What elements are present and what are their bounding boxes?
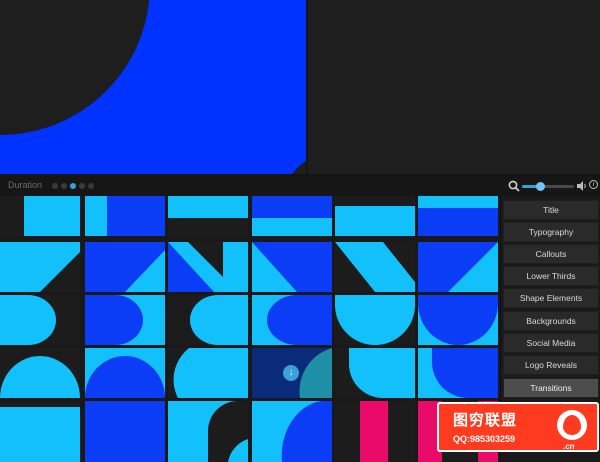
thumbnail-graphic — [85, 348, 165, 398]
template-thumbnail[interactable] — [85, 348, 165, 398]
preview-shape — [280, 150, 306, 174]
template-thumbnail[interactable] — [252, 196, 332, 236]
watermark-logo-icon — [557, 410, 587, 440]
template-thumbnail[interactable] — [85, 242, 165, 292]
thumbnail-graphic — [418, 242, 498, 292]
category-callouts[interactable]: Callouts — [503, 244, 599, 264]
watermark: 图穷联盟 QQ:985303259 .cn — [437, 402, 599, 452]
category-title[interactable]: Title — [503, 200, 599, 220]
thumbnail-graphic — [168, 401, 248, 462]
duration-dot[interactable] — [61, 183, 67, 189]
thumbnail-graphic — [168, 348, 248, 398]
thumbnail-graphic — [252, 401, 332, 462]
category-transitions[interactable]: Transitions — [503, 378, 599, 398]
template-grid: ↓ — [0, 196, 500, 462]
thumbnail-graphic — [85, 295, 165, 345]
template-thumbnail[interactable] — [0, 196, 80, 236]
template-thumbnail[interactable] — [252, 242, 332, 292]
info-icon[interactable]: i — [589, 180, 598, 189]
thumbnail-graphic — [418, 348, 498, 398]
template-thumbnail[interactable] — [335, 295, 415, 345]
template-thumbnail[interactable] — [335, 242, 415, 292]
template-thumbnail[interactable] — [252, 295, 332, 345]
duration-dot[interactable] — [79, 183, 85, 189]
thumbnail-graphic — [335, 401, 415, 462]
template-thumbnail[interactable] — [418, 242, 498, 292]
preview-area — [0, 0, 600, 174]
template-thumbnail[interactable] — [0, 295, 80, 345]
search-icon[interactable] — [508, 180, 520, 192]
thumbnail-graphic — [418, 295, 498, 345]
thumbnail-graphic — [252, 295, 332, 345]
thumbnail-graphic — [168, 242, 248, 292]
template-thumbnail[interactable] — [168, 196, 248, 236]
thumbnail-graphic — [335, 295, 415, 345]
thumbnail-graphic — [168, 295, 248, 345]
preview-divider — [306, 0, 308, 174]
duration-label: Duration — [8, 180, 43, 190]
template-thumbnail[interactable] — [168, 295, 248, 345]
template-thumbnail[interactable] — [418, 348, 498, 398]
zoom-slider-thumb[interactable] — [536, 182, 546, 191]
thumbnail-graphic — [85, 242, 165, 292]
flame-icon — [563, 415, 581, 435]
template-thumbnail[interactable] — [168, 242, 248, 292]
toolbar: Duration i — [0, 174, 600, 196]
thumbnail-graphic — [0, 348, 80, 398]
template-thumbnail[interactable] — [335, 196, 415, 236]
category-lower-thirds[interactable]: Lower Thirds — [503, 266, 599, 286]
thumbnail-graphic — [252, 242, 332, 292]
template-thumbnail[interactable] — [335, 348, 415, 398]
category-shape-elements[interactable]: Shape Elements — [503, 288, 599, 308]
thumbnail-graphic — [418, 196, 498, 236]
template-thumbnail[interactable] — [168, 348, 248, 398]
template-thumbnail[interactable] — [252, 401, 332, 462]
watermark-domain: .cn — [563, 442, 575, 451]
download-icon[interactable]: ↓ — [283, 365, 299, 381]
thumbnail-graphic — [335, 348, 415, 398]
template-thumbnail[interactable] — [418, 295, 498, 345]
template-thumbnail[interactable] — [418, 196, 498, 236]
thumbnail-graphic — [0, 242, 80, 292]
thumbnail-graphic — [0, 401, 80, 462]
preview-shape — [0, 0, 150, 135]
thumbnail-graphic — [24, 196, 80, 236]
template-thumbnail[interactable] — [168, 401, 248, 462]
thumbnail-graphic — [252, 196, 332, 236]
template-thumbnail[interactable] — [85, 196, 165, 236]
thumbnail-graphic — [335, 242, 415, 292]
category-typography[interactable]: Typography — [503, 222, 599, 242]
category-backgrounds[interactable]: Backgrounds — [503, 311, 599, 331]
template-thumbnail[interactable] — [335, 401, 415, 462]
zoom-slider[interactable] — [522, 182, 574, 191]
thumbnail-graphic — [335, 206, 415, 236]
duration-dot[interactable] — [70, 183, 76, 189]
preview-canvas — [0, 0, 306, 174]
thumbnail-graphic — [0, 295, 80, 345]
template-thumbnail[interactable] — [85, 295, 165, 345]
duration-dot[interactable] — [88, 183, 94, 189]
thumbnail-graphic — [85, 401, 165, 462]
volume-icon[interactable] — [577, 180, 587, 192]
watermark-qq: QQ:985303259 — [453, 434, 516, 444]
watermark-title: 图穷联盟 — [453, 412, 518, 429]
thumbnail-graphic — [85, 196, 165, 236]
template-thumbnail[interactable] — [0, 348, 80, 398]
category-social-media[interactable]: Social Media — [503, 333, 599, 353]
duration-dot[interactable] — [52, 183, 58, 189]
template-thumbnail[interactable] — [0, 242, 80, 292]
thumbnail-graphic — [168, 196, 248, 218]
template-thumbnail[interactable] — [85, 401, 165, 462]
category-logo-reveals[interactable]: Logo Reveals — [503, 355, 599, 375]
template-thumbnail[interactable] — [0, 401, 80, 462]
